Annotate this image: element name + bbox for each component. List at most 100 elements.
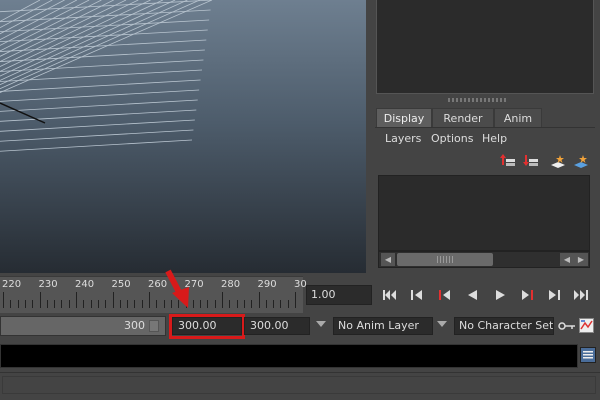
channel-box-panel bbox=[376, 0, 594, 94]
time-ruler-tick bbox=[273, 300, 275, 308]
tab-display[interactable]: Display bbox=[376, 108, 432, 128]
anim-preferences-icon bbox=[579, 318, 594, 333]
animation-preferences-button[interactable] bbox=[579, 318, 594, 336]
time-ruler-tick bbox=[280, 300, 282, 308]
time-ruler-tick bbox=[54, 300, 56, 308]
step-back-key-button[interactable] bbox=[408, 286, 426, 304]
time-ruler-tick bbox=[214, 300, 216, 308]
anim-layer-dropdown-icon[interactable] bbox=[316, 321, 326, 327]
time-ruler-tick bbox=[156, 300, 158, 308]
time-ruler-label: 290 bbox=[257, 279, 277, 290]
go-to-start-button[interactable] bbox=[381, 286, 399, 304]
menu-options[interactable]: Options bbox=[431, 131, 473, 147]
time-ruler-tick bbox=[24, 300, 26, 308]
create-layer-from-selected-button[interactable] bbox=[573, 153, 589, 169]
time-ruler-tick bbox=[149, 292, 150, 308]
step-forward-frame-button[interactable] bbox=[518, 286, 536, 304]
time-ruler-tick bbox=[258, 292, 260, 308]
time-ruler-label: 240 bbox=[75, 279, 95, 290]
time-ruler-tick bbox=[207, 300, 209, 308]
range-slider-value: 300 bbox=[124, 319, 145, 332]
key-icon bbox=[558, 322, 575, 330]
time-ruler-tick bbox=[229, 300, 231, 308]
step-back-frame-button[interactable] bbox=[436, 286, 454, 304]
time-ruler-tick bbox=[105, 300, 107, 308]
new-layer-icon bbox=[551, 155, 565, 168]
panel-splitter[interactable] bbox=[448, 98, 508, 102]
time-ruler-tick bbox=[127, 300, 129, 308]
time-ruler-tick bbox=[61, 300, 63, 308]
play-backwards-icon bbox=[468, 290, 477, 300]
tab-anim[interactable]: Anim bbox=[494, 108, 542, 128]
step-back-frame-icon bbox=[439, 290, 450, 300]
tab-divider bbox=[375, 127, 595, 128]
layer-up-icon bbox=[500, 154, 515, 166]
perspective-viewport[interactable] bbox=[0, 0, 366, 273]
ground-grid bbox=[0, 0, 213, 152]
time-ruler-tick bbox=[32, 300, 34, 308]
time-ruler-tick bbox=[295, 292, 296, 308]
command-line[interactable] bbox=[0, 344, 578, 368]
playback-end-field[interactable]: 300.00 bbox=[244, 317, 310, 335]
time-ruler-label: 230 bbox=[38, 279, 58, 290]
play-forwards-icon bbox=[496, 290, 505, 300]
time-ruler-label: 250 bbox=[111, 279, 131, 290]
go-to-end-icon bbox=[574, 290, 588, 300]
menu-help[interactable]: Help bbox=[482, 131, 507, 147]
time-ruler-tick bbox=[3, 292, 4, 308]
layer-list[interactable] bbox=[378, 175, 590, 251]
new-layer-selected-icon bbox=[574, 155, 588, 168]
script-editor-icon bbox=[583, 351, 593, 359]
move-layer-up-button[interactable] bbox=[500, 153, 516, 169]
time-ruler-tick bbox=[97, 300, 99, 308]
scroll-left-icon[interactable]: ◀ bbox=[381, 253, 395, 266]
time-ruler-label: 30 bbox=[294, 279, 307, 290]
step-forward-key-button[interactable] bbox=[545, 286, 563, 304]
character-set-dropdown-icon[interactable] bbox=[437, 321, 447, 327]
play-backwards-button[interactable] bbox=[464, 286, 482, 304]
time-ruler-tick bbox=[10, 300, 12, 308]
help-line-field bbox=[2, 376, 596, 394]
time-ruler-tick bbox=[287, 300, 289, 308]
scrollbar-grip bbox=[437, 256, 455, 263]
auto-key-button[interactable] bbox=[558, 319, 576, 336]
time-ruler-tick bbox=[243, 300, 245, 308]
current-time-field[interactable]: 1.00 bbox=[306, 285, 372, 305]
step-forward-key-icon bbox=[549, 290, 560, 300]
highlight-annotation-box bbox=[169, 314, 245, 339]
create-empty-layer-button[interactable] bbox=[550, 153, 566, 169]
annotation-arrow-icon bbox=[165, 269, 189, 308]
time-ruler-label: 220 bbox=[2, 279, 22, 290]
time-ruler-tick bbox=[251, 300, 253, 308]
time-ruler-tick bbox=[76, 292, 77, 308]
script-editor-button[interactable] bbox=[580, 347, 596, 363]
time-ruler-tick bbox=[90, 300, 92, 308]
time-ruler-tick bbox=[134, 300, 136, 308]
step-back-key-icon bbox=[411, 290, 422, 300]
scroll-right-icon[interactable]: ▶ bbox=[574, 253, 588, 266]
time-ruler-tick bbox=[222, 292, 223, 308]
character-set-dropdown[interactable]: No Character Set bbox=[454, 317, 554, 335]
range-slider-handle[interactable] bbox=[149, 320, 159, 332]
time-ruler-tick bbox=[265, 300, 267, 308]
play-forwards-button[interactable] bbox=[491, 286, 509, 304]
time-ruler-tick bbox=[141, 300, 143, 308]
time-ruler-tick bbox=[39, 292, 41, 308]
time-ruler-label: 280 bbox=[221, 279, 241, 290]
time-ruler-tick bbox=[200, 300, 202, 308]
time-ruler-tick bbox=[119, 300, 121, 308]
time-ruler-tick bbox=[17, 300, 19, 308]
time-ruler-tick bbox=[83, 300, 85, 308]
go-to-start-icon bbox=[383, 290, 396, 300]
scroll-left-end-icon[interactable]: ◀ bbox=[560, 253, 574, 266]
menu-layers[interactable]: Layers bbox=[385, 131, 421, 147]
move-layer-down-button[interactable] bbox=[523, 153, 539, 169]
go-to-end-button[interactable] bbox=[572, 286, 590, 304]
time-ruler-tick bbox=[46, 300, 48, 308]
time-ruler-tick bbox=[68, 300, 70, 308]
tab-render[interactable]: Render bbox=[432, 108, 494, 128]
time-ruler-tick bbox=[112, 292, 114, 308]
time-ruler-tick bbox=[236, 300, 238, 308]
anim-layer-dropdown[interactable]: No Anim Layer bbox=[333, 317, 433, 335]
layer-down-icon bbox=[523, 155, 538, 166]
